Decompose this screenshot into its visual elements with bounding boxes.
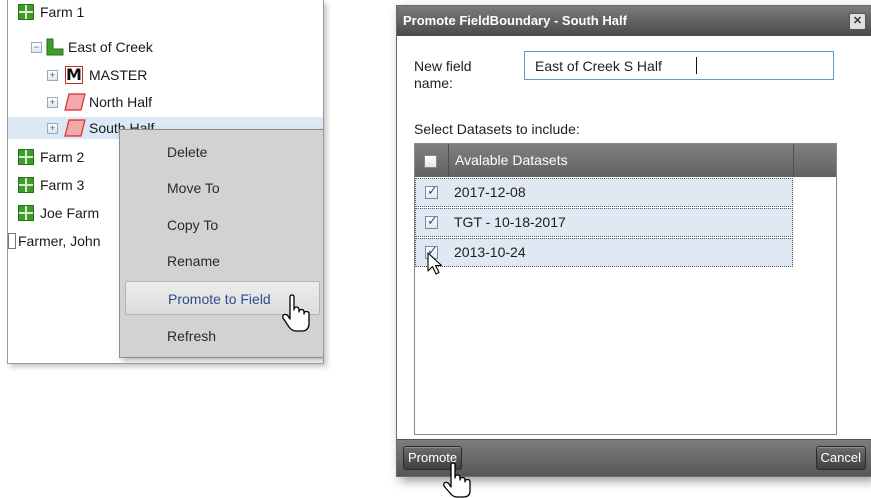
farm-icon	[18, 205, 34, 221]
dataset-row[interactable]: 2017-12-08	[415, 178, 793, 207]
menu-item-copy-to[interactable]: Copy To	[125, 208, 320, 242]
dataset-checkbox[interactable]	[425, 214, 438, 229]
master-icon: M	[65, 65, 83, 84]
close-icon[interactable]: ✕	[849, 13, 866, 30]
hand-cursor-icon	[282, 294, 310, 332]
promote-dialog: Promote FieldBoundary - South Half ✕ New…	[396, 5, 871, 477]
menu-item-delete[interactable]: Delete	[125, 135, 320, 169]
cancel-button[interactable]: Cancel	[815, 446, 866, 470]
menu-item-rename[interactable]: Rename	[125, 244, 320, 278]
datasets-grid: Avalable Datasets 2017-12-08 TGT - 10-18…	[414, 143, 837, 435]
expand-toggle-icon[interactable]: +	[47, 97, 58, 108]
new-field-name-input[interactable]	[524, 51, 834, 80]
tree-panel: Farm 1 − East of Creek + M MASTER + Nort…	[7, 0, 324, 364]
expand-toggle-icon[interactable]: +	[47, 123, 58, 134]
arrow-cursor-icon	[427, 252, 443, 275]
farm-icon	[18, 149, 34, 165]
expand-toggle-icon[interactable]: +	[47, 70, 58, 81]
text-caret	[696, 57, 697, 74]
dataset-row[interactable]: 2013-10-24	[415, 238, 793, 267]
hand-cursor-icon	[443, 462, 471, 498]
boundary-icon	[64, 119, 86, 137]
new-field-name-label: New field name:	[414, 58, 472, 91]
datasets-label: Select Datasets to include:	[414, 121, 580, 137]
farm-icon	[18, 177, 34, 193]
field-icon	[46, 38, 64, 56]
dialog-title: Promote FieldBoundary - South Half	[403, 13, 627, 28]
dataset-checkbox[interactable]	[425, 184, 438, 199]
collapse-toggle-icon[interactable]: −	[31, 42, 42, 53]
farm-icon	[18, 4, 34, 20]
boundary-icon	[64, 93, 86, 111]
grid-header: Avalable Datasets	[415, 144, 836, 177]
select-all-checkbox[interactable]	[424, 155, 437, 168]
dataset-row[interactable]: TGT - 10-18-2017	[415, 208, 793, 237]
grid-header-label: Avalable Datasets	[455, 152, 568, 168]
farmer-icon	[8, 233, 16, 249]
dialog-title-bar[interactable]: Promote FieldBoundary - South Half ✕	[397, 6, 871, 36]
menu-item-move-to[interactable]: Move To	[125, 171, 320, 205]
